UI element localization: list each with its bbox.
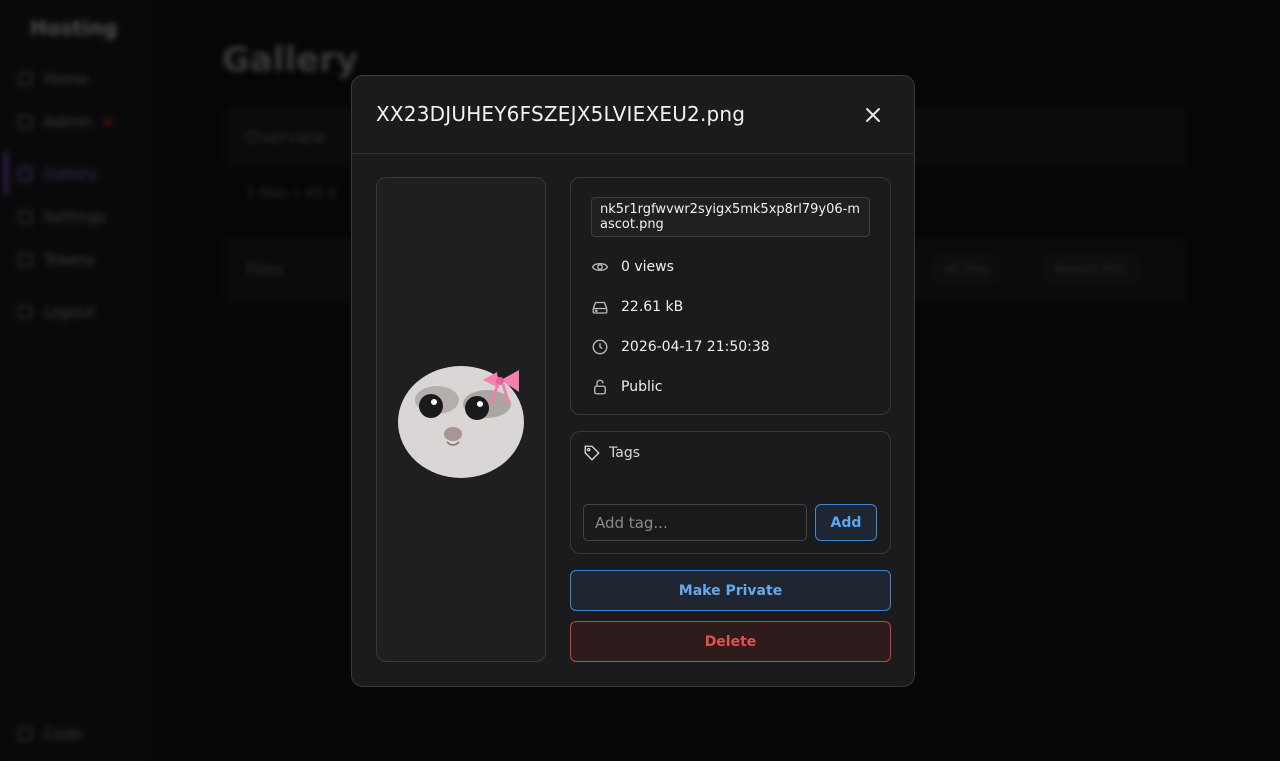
hard-drive-icon — [592, 301, 608, 314]
visibility-status: Public — [621, 379, 663, 395]
image-preview — [376, 177, 546, 662]
file-details-modal: XX23DJUHEY6FSZEJX5LVIEXEU2.png nk5r1rgfw… — [351, 75, 915, 687]
make-private-button[interactable]: Make Private — [570, 570, 891, 611]
file-info-card: nk5r1rgfwvwr2syigx5mk5xp8rl79y06-mascot.… — [570, 177, 891, 415]
tags-header: Tags — [583, 444, 640, 462]
tag-input[interactable] — [583, 504, 807, 541]
delete-button[interactable]: Delete — [570, 621, 891, 662]
original-filename: nk5r1rgfwvwr2syigx5mk5xp8rl79y06-mascot.… — [591, 197, 870, 237]
file-size: 22.61 kB — [621, 299, 684, 315]
modal-header: XX23DJUHEY6FSZEJX5LVIEXEU2.png — [352, 76, 914, 154]
modal-title: XX23DJUHEY6FSZEJX5LVIEXEU2.png — [376, 102, 746, 126]
views-row: 0 views — [591, 258, 674, 276]
tag-icon — [584, 445, 600, 461]
add-tag-button[interactable]: Add — [815, 504, 877, 541]
close-icon — [866, 108, 880, 122]
tags-card: Tags Add — [570, 431, 891, 554]
views-count: 0 views — [621, 259, 674, 275]
hamster-image — [398, 366, 524, 478]
size-row: 22.61 kB — [591, 298, 683, 316]
visibility-row: Public — [591, 378, 662, 396]
close-button[interactable] — [862, 104, 884, 126]
upload-date: 2026-04-17 21:50:38 — [621, 339, 770, 355]
date-row: 2026-04-17 21:50:38 — [591, 338, 770, 356]
tags-label: Tags — [609, 445, 640, 461]
unlock-icon — [594, 379, 606, 395]
clock-icon — [592, 339, 608, 355]
eye-icon — [591, 262, 609, 272]
